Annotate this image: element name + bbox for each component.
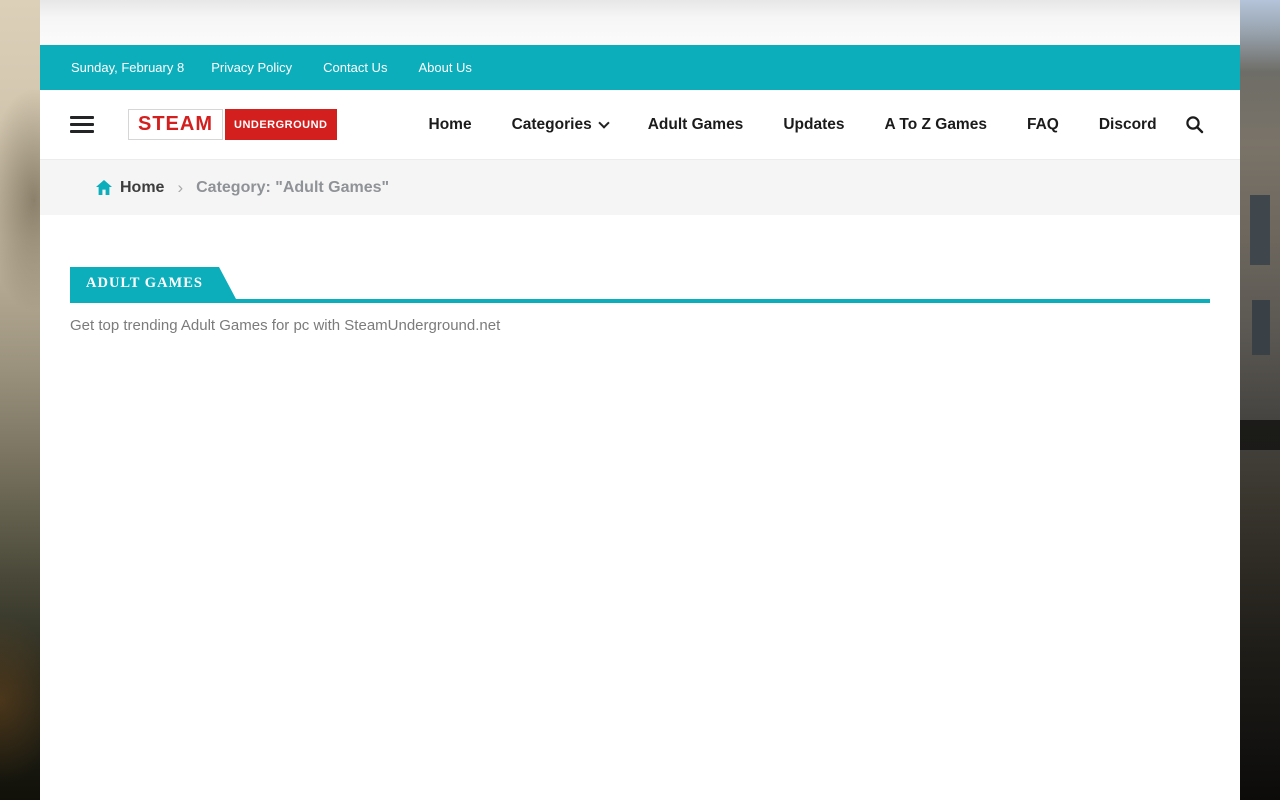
logo-steam-text: STEAM [128,109,223,140]
main-content: ADULT GAMES Get top trending Adult Games… [40,215,1240,800]
site-logo[interactable]: STEAM UNDERGROUND [128,109,337,140]
nav-item-faq[interactable]: FAQ [1007,106,1079,144]
date-text: Sunday, February 8 [71,60,184,75]
nav-item-label: A To Z Games [884,116,987,134]
search-button[interactable] [1179,109,1210,140]
topbar: Sunday, February 8 Privacy Policy Contac… [40,45,1240,90]
topbar-link-contact-us[interactable]: Contact Us [323,60,387,75]
nav-item-updates[interactable]: Updates [763,106,864,144]
topbar-link-about-us[interactable]: About Us [418,60,471,75]
home-icon [96,180,112,195]
nav-item-home[interactable]: Home [409,106,492,144]
page-container: Sunday, February 8 Privacy Policy Contac… [40,0,1240,800]
nav-item-adult-games[interactable]: Adult Games [628,106,764,144]
category-title: ADULT GAMES [86,275,203,291]
logo-underground-text: UNDERGROUND [225,109,337,140]
nav-item-discord[interactable]: Discord [1079,106,1177,144]
topbar-link-privacy-policy[interactable]: Privacy Policy [211,60,292,75]
breadcrumb: Home › Category: "Adult Games" [40,160,1240,215]
category-section-header: ADULT GAMES [70,267,1210,303]
nav-item-label: Home [429,116,472,134]
nav-item-categories[interactable]: Categories [492,106,628,144]
breadcrumb-home-label: Home [120,179,164,197]
chevron-down-icon [598,117,609,128]
main-header: STEAM UNDERGROUND Home Categories Adult … [40,90,1240,160]
background-art-left [0,0,40,800]
breadcrumb-current: Category: "Adult Games" [196,179,389,197]
search-icon [1185,115,1204,134]
nav-item-label: FAQ [1027,116,1059,134]
nav-item-a-to-z-games[interactable]: A To Z Games [864,106,1007,144]
category-title-badge: ADULT GAMES [70,267,219,299]
nav-item-label: Updates [783,116,844,134]
nav-item-label: Discord [1099,116,1157,134]
top-strip [40,0,1240,45]
category-description: Get top trending Adult Games for pc with… [70,317,1210,334]
nav-item-label: Adult Games [648,116,744,134]
main-nav: Home Categories Adult Games Updates A To… [409,106,1180,144]
nav-item-label: Categories [512,116,592,134]
background-art-right [1240,0,1280,800]
breadcrumb-home-link[interactable]: Home [96,179,164,197]
hamburger-menu-icon[interactable] [70,116,94,133]
breadcrumb-separator: › [177,178,183,198]
